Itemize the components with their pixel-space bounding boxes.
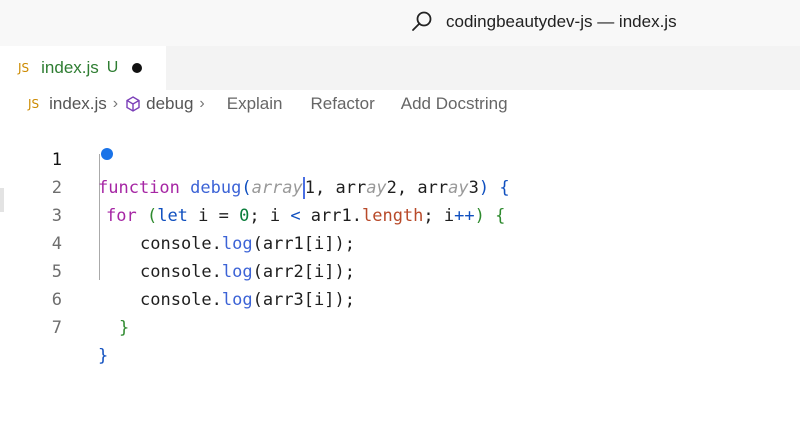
add-docstring-action[interactable]: Add Docstring bbox=[401, 94, 508, 114]
js-file-icon: JS bbox=[18, 61, 30, 75]
explain-action[interactable]: Explain bbox=[227, 94, 283, 114]
code-line-6[interactable]: 6 } bbox=[0, 258, 800, 338]
breadcrumb: JS index.js › debug › Explain Refactor A… bbox=[0, 90, 800, 118]
code-editor[interactable]: 1 function debug(array 1, array2, array3)… bbox=[0, 118, 800, 430]
code-line-3[interactable]: 3 console.log(arr1[i]); bbox=[0, 174, 800, 254]
js-file-icon: JS bbox=[28, 97, 40, 111]
refactor-action[interactable]: Refactor bbox=[311, 94, 375, 114]
code-text: } bbox=[98, 346, 109, 366]
breadcrumb-file[interactable]: index.js bbox=[49, 94, 107, 114]
window-title: codingbeautydev-js — index.js bbox=[446, 12, 677, 31]
code-line-2[interactable]: 2 for (let i = 0; i < arr1.length; i++) … bbox=[0, 146, 800, 226]
chevron-right-icon: › bbox=[112, 95, 119, 112]
code-line-1[interactable]: 1 function debug(array 1, array2, array3)… bbox=[0, 118, 800, 199]
line-number: 7 bbox=[51, 318, 62, 338]
tab-label: index.js bbox=[41, 58, 99, 77]
chevron-right-icon: › bbox=[199, 95, 205, 112]
method-cube-icon bbox=[126, 96, 140, 112]
lightbulb-icon[interactable] bbox=[101, 148, 113, 160]
untracked-status: U bbox=[106, 59, 119, 76]
breadcrumb-symbol[interactable]: debug bbox=[146, 94, 193, 114]
code-line-4[interactable]: 4 console.log(arr2[i]); bbox=[0, 202, 800, 282]
unsaved-dot-icon[interactable] bbox=[132, 63, 143, 73]
code-line-7[interactable]: 7 } bbox=[0, 286, 800, 366]
search-icon[interactable] bbox=[410, 10, 434, 34]
window-title-group[interactable]: codingbeautydev-js — index.js bbox=[410, 10, 677, 34]
editor-tab-index-js[interactable]: JS index.js U bbox=[0, 46, 166, 90]
tab-bar: JS index.js U bbox=[0, 46, 800, 90]
title-bar: codingbeautydev-js — index.js bbox=[0, 0, 800, 46]
code-line-5[interactable]: 5 console.log(arr3[i]); bbox=[0, 230, 800, 310]
code-text: } bbox=[119, 318, 130, 338]
